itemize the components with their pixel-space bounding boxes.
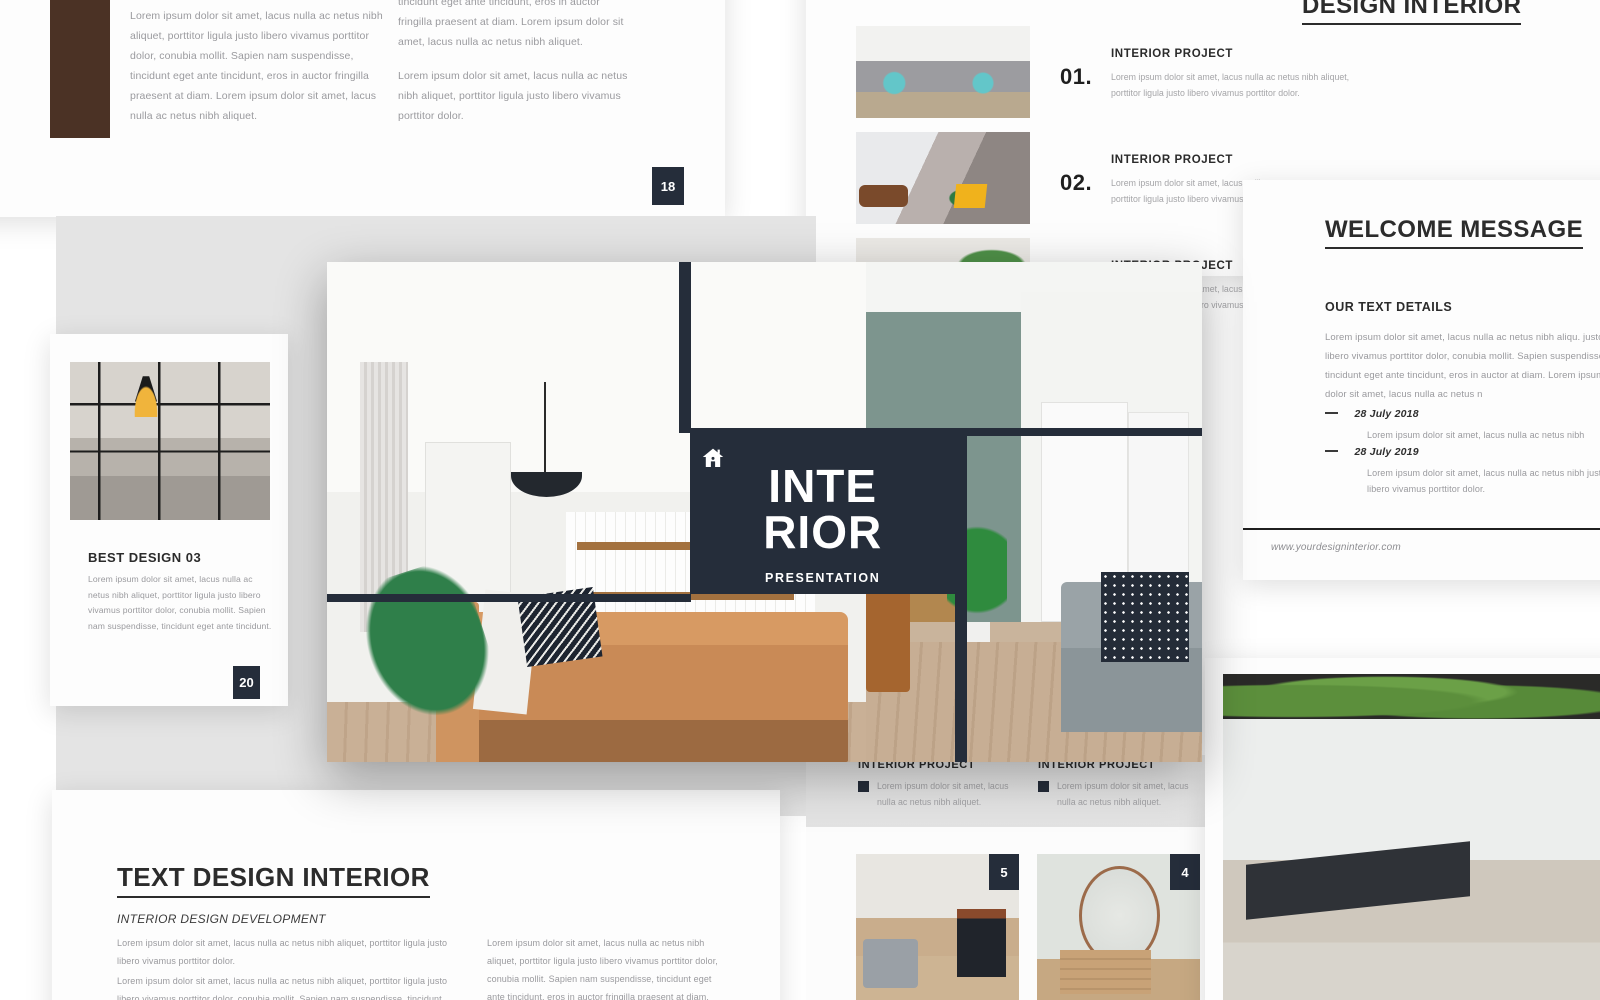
hero-slide[interactable]: INTE RIOR PRESENTATION bbox=[327, 262, 1202, 762]
page-number-badge: 18 bbox=[652, 167, 684, 205]
badge-number: 5 bbox=[1000, 864, 1008, 880]
page-number-badge: 20 bbox=[233, 666, 260, 699]
item-body-line-2: nulla ac netus nibh aliquet. bbox=[877, 797, 982, 807]
hero-title-line-2: RIOR bbox=[763, 505, 883, 558]
slide-best-design-sheet: BEST DESIGN 03 Lorem ipsum dolor sit ame… bbox=[50, 334, 288, 706]
hero-subtitle: PRESENTATION bbox=[765, 570, 881, 585]
paragraph: Lorem ipsum dolor sit amet, lacus nulla … bbox=[117, 938, 448, 966]
dotted-cushion bbox=[1101, 572, 1189, 662]
item-body-line-1: Lorem ipsum dolor sit amet, lacus bbox=[877, 781, 1009, 791]
item-title: INTERIOR PROJECT bbox=[1111, 154, 1234, 166]
item-body-line-1: Lorem ipsum dolor sit amet, lacus bbox=[1057, 781, 1189, 791]
slide-text-design-sheet: TEXT DESIGN INTERIOR INTERIOR DESIGN DEV… bbox=[52, 790, 780, 1000]
dash-icon bbox=[1325, 411, 1338, 414]
welcome-message-title: WELCOME MESSAGE bbox=[1325, 216, 1584, 249]
bullet-square-icon bbox=[858, 781, 869, 792]
our-text-details-heading: OUR TEXT DETAILS bbox=[1325, 300, 1453, 314]
grey-sofa-teal-cushions-photo bbox=[856, 26, 1030, 118]
slide-dining-sheet bbox=[1205, 658, 1600, 1000]
dash-icon bbox=[1325, 449, 1338, 452]
paragraph: Lorem ipsum dolor sit amet, lacus nulla … bbox=[487, 938, 718, 1000]
welcome-paragraph: Lorem ipsum dolor sit amet, lacus nulla … bbox=[1325, 332, 1600, 400]
item-body-line-1: Lorem ipsum dolor sit amet, lacus nulla … bbox=[1111, 72, 1350, 82]
bottom-project-item[interactable]: INTERIOR PROJECT Lorem ipsum dolor sit a… bbox=[858, 759, 1009, 810]
hero-title-card: INTE RIOR PRESENTATION bbox=[690, 435, 956, 594]
best-design-title: BEST DESIGN 03 bbox=[88, 550, 202, 565]
bottom-gallery-sheet: 5 4 bbox=[806, 827, 1226, 1000]
image-badge: 4 bbox=[1170, 854, 1200, 890]
frame-line-vertical-top bbox=[678, 262, 691, 433]
text-design-title: TEXT DESIGN INTERIOR bbox=[117, 862, 430, 898]
lounge-yellow-chairs-photo bbox=[856, 132, 1030, 224]
best-design-body: Lorem ipsum dolor sit amet, lacus nulla … bbox=[88, 574, 272, 631]
slide-18-sheet: aliquet, porttitor ligula justo libero v… bbox=[0, 0, 725, 217]
footer-divider bbox=[1243, 528, 1600, 530]
item-number: 02. bbox=[1060, 170, 1093, 195]
badge-number: 4 bbox=[1181, 864, 1189, 880]
gallery-item[interactable]: 5 bbox=[856, 854, 1019, 1000]
frame-line-horizontal-lower bbox=[327, 594, 691, 602]
bottom-project-item[interactable]: INTERIOR PROJECT Lorem ipsum dolor sit a… bbox=[1038, 759, 1189, 810]
paragraph: Lorem ipsum dolor sit amet, lacus nulla … bbox=[117, 976, 448, 1000]
design-interior-title: DESIGN INTERIOR bbox=[1302, 0, 1522, 25]
entry-date: 28 July 2018 bbox=[1354, 408, 1419, 420]
bullet-square-icon bbox=[1038, 781, 1049, 792]
slide-18-column-1: aliquet, porttitor ligula justo libero v… bbox=[130, 0, 392, 126]
paragraph: porttitor ligula justo libero vivamus po… bbox=[398, 0, 624, 48]
page-number: 18 bbox=[660, 178, 676, 194]
item-body-line-2: porttitor ligula justo libero vivamus po… bbox=[1111, 88, 1300, 98]
text-design-column-1: Lorem ipsum dolor sit amet, lacus nulla … bbox=[117, 934, 462, 1000]
dining-tables-plants-photo bbox=[1223, 674, 1600, 1000]
text-design-subtitle: INTERIOR DESIGN DEVELOPMENT bbox=[117, 912, 326, 926]
bottom-projects-panel: INTERIOR PROJECT Lorem ipsum dolor sit a… bbox=[806, 755, 1226, 827]
image-badge: 5 bbox=[989, 854, 1019, 890]
dark-wood-cabinet-photo bbox=[50, 0, 110, 138]
frame-line-vertical-lower bbox=[955, 435, 968, 762]
entry-date: 28 July 2019 bbox=[1354, 446, 1419, 458]
frame-line-horizontal-middle bbox=[690, 428, 1202, 436]
item-title: INTERIOR PROJECT bbox=[1111, 48, 1234, 60]
home-icon bbox=[702, 448, 724, 467]
screenshot-canvas: aliquet, porttitor ligula justo libero v… bbox=[0, 0, 1600, 1000]
slide-welcome-sheet: WELCOME MESSAGE OUR TEXT DETAILS Lorem i… bbox=[1243, 180, 1600, 580]
text-design-column-2: Lorem ipsum dolor sit amet, lacus nulla … bbox=[487, 934, 727, 1000]
office-glass-partition-photo bbox=[70, 362, 270, 520]
paragraph: Lorem ipsum dolor sit amet, lacus nulla … bbox=[130, 10, 383, 122]
item-number: 01. bbox=[1060, 64, 1093, 89]
paragraph: Lorem ipsum dolor sit amet, lacus nulla … bbox=[398, 70, 628, 122]
gallery-item[interactable]: 4 bbox=[1037, 854, 1200, 1000]
timeline-entry: 28 July 2019 Lorem ipsum dolor sit amet,… bbox=[1325, 442, 1600, 497]
entry-body: Lorem ipsum dolor sit amet, lacus nulla … bbox=[1367, 430, 1585, 440]
slide-18-column-2: porttitor ligula justo libero vivamus po… bbox=[398, 0, 630, 126]
entry-body: Lorem ipsum dolor sit amet, lacus nulla … bbox=[1367, 468, 1600, 494]
hero-title-line-1: INTE bbox=[768, 459, 878, 512]
page-number: 20 bbox=[239, 675, 254, 690]
website-url[interactable]: www.yourdesigninterior.com bbox=[1271, 542, 1401, 553]
item-body-line-2: nulla ac netus nibh aliquet. bbox=[1057, 797, 1162, 807]
timeline-entry: 28 July 2018 Lorem ipsum dolor sit amet,… bbox=[1325, 404, 1600, 443]
pendant-cord bbox=[544, 382, 546, 482]
